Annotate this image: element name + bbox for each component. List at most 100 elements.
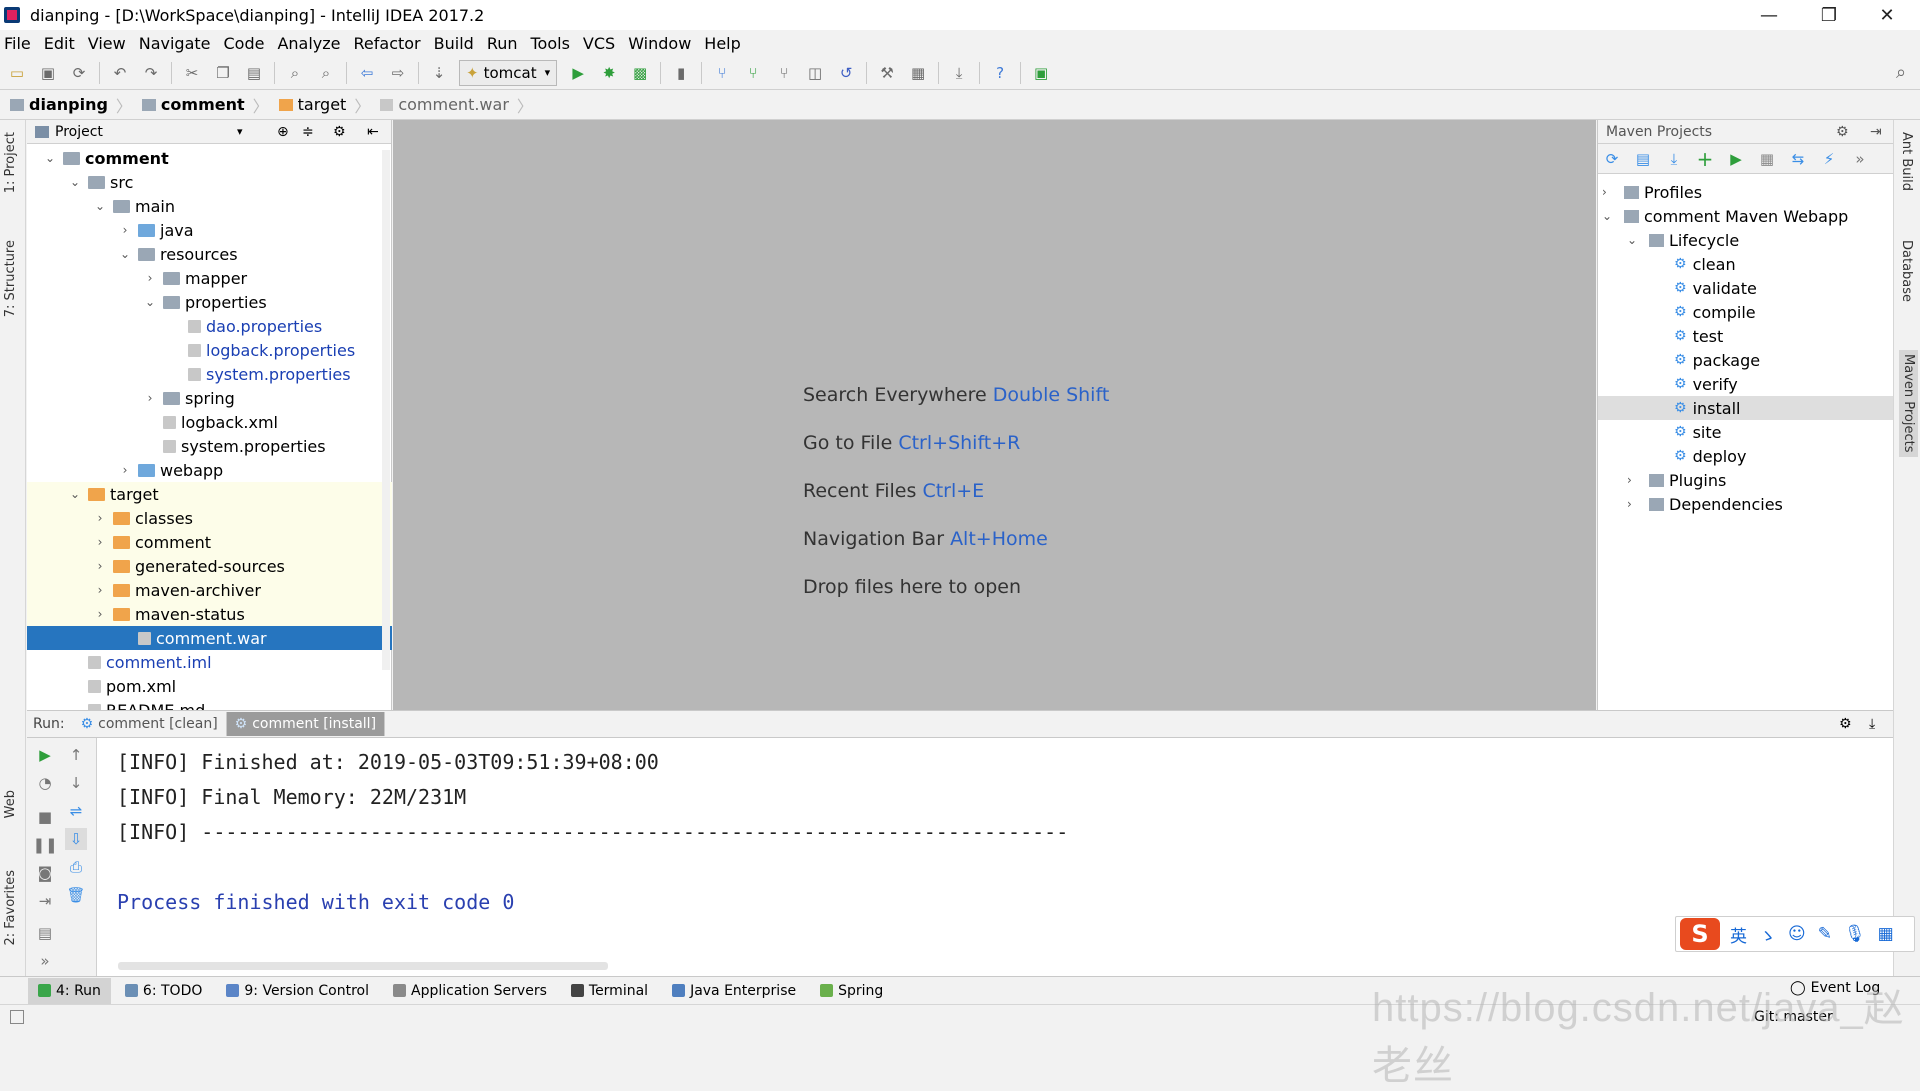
bottom-tab[interactable]: Spring (810, 978, 893, 1004)
menu-file[interactable]: File (4, 34, 31, 53)
vcs-revert-icon[interactable]: ↺ (835, 62, 857, 84)
tree-item[interactable]: comment.iml (27, 650, 392, 674)
coverage-icon[interactable]: ▩ (629, 62, 651, 84)
hide-icon[interactable]: ⤓ (1869, 716, 1875, 732)
run-tab-clean[interactable]: ⚙ comment [clean] (73, 712, 227, 736)
menu-analyze[interactable]: Analyze (277, 34, 340, 53)
maven-tree-item[interactable]: › Dependencies (1598, 492, 1894, 516)
close-button[interactable]: ✕ (1858, 0, 1916, 30)
collapse-all-icon[interactable]: ≑ (302, 124, 314, 140)
maven-goal-item[interactable]: ⚙ deploy (1598, 444, 1894, 468)
sync-icon[interactable]: ⟳ (68, 62, 90, 84)
bottom-tab[interactable]: 6: TODO (115, 978, 212, 1004)
tree-item[interactable]: ⌄ resources (27, 242, 392, 266)
menu-refactor[interactable]: Refactor (354, 34, 421, 53)
bottom-tab[interactable]: Application Servers (383, 978, 557, 1004)
maven-goal-item[interactable]: ⚙ clean (1598, 252, 1894, 276)
tree-item[interactable]: system.properties (27, 434, 392, 458)
tree-item[interactable]: › spring (27, 386, 392, 410)
chevron-right-icon[interactable]: › (1627, 473, 1641, 487)
editor-area[interactable]: Search Everywhere Double Shift Go to Fil… (393, 120, 1596, 710)
chevron-right-icon[interactable]: › (93, 535, 107, 549)
tree-item[interactable]: › java (27, 218, 392, 242)
bottom-tab[interactable]: 4: Run (28, 977, 111, 1004)
tree-item[interactable]: comment.war (27, 626, 392, 650)
vcs-update-icon[interactable]: ⑂ (711, 62, 733, 84)
chevron-down-icon[interactable]: ⌄ (93, 199, 107, 213)
menu-view[interactable]: View (88, 34, 126, 53)
pause-output-icon[interactable]: ◔ (34, 772, 56, 794)
more-icon[interactable]: » (34, 950, 56, 972)
run-goal-icon[interactable]: ▶ (1726, 149, 1746, 169)
tree-item[interactable]: system.properties (27, 362, 392, 386)
dump-threads-icon[interactable]: ◙ (34, 862, 56, 884)
chevron-down-icon[interactable]: ⌄ (1602, 209, 1616, 223)
tab-ant-build[interactable]: Ant Build (1899, 132, 1914, 191)
chevron-down-icon[interactable]: ⌄ (143, 295, 157, 309)
download-sources-icon[interactable]: ⤓ (1664, 149, 1684, 169)
present-icon[interactable]: ▣ (1030, 62, 1052, 84)
chevron-right-icon[interactable]: › (118, 223, 132, 237)
maven-goal-item[interactable]: ⚙ package (1598, 348, 1894, 372)
run-icon[interactable]: ▶ (567, 62, 589, 84)
maven-goal-item[interactable]: ⚙ compile (1598, 300, 1894, 324)
stop-icon[interactable]: ▮ (670, 62, 692, 84)
print-icon[interactable]: ⎙ (65, 856, 87, 878)
pause-icon[interactable]: ❚❚ (32, 834, 57, 856)
chevron-right-icon[interactable]: › (93, 607, 107, 621)
chevron-right-icon[interactable]: › (143, 271, 157, 285)
tab-web[interactable]: Web (3, 790, 18, 818)
breadcrumb-item-dianping[interactable]: dianping 〉 (10, 93, 132, 117)
emoji-icon[interactable]: ☺ (1788, 924, 1806, 944)
run-tab-install[interactable]: ⚙ comment [install] (226, 712, 386, 736)
run-config-icon[interactable]: ▦ (1757, 149, 1777, 169)
maven-goal-item[interactable]: ⚙ validate (1598, 276, 1894, 300)
chevron-down-icon[interactable]: ⌄ (43, 151, 57, 165)
status-toggle-icon[interactable] (10, 1010, 24, 1024)
toggle-offline-icon[interactable]: ⇆ (1788, 149, 1808, 169)
skip-tests-icon[interactable]: ⚡ (1819, 149, 1839, 169)
cut-icon[interactable]: ✂ (181, 62, 203, 84)
find-icon[interactable]: ⌕ (284, 62, 306, 84)
chevron-right-icon[interactable]: › (93, 559, 107, 573)
handwriting-icon[interactable]: ✎ (1818, 924, 1832, 944)
generate-sources-icon[interactable]: ▤ (1633, 149, 1653, 169)
layout-icon[interactable]: ▤ (34, 922, 56, 944)
chevron-down-icon[interactable]: ⌄ (68, 175, 82, 189)
bottom-tab[interactable]: Terminal (561, 978, 658, 1004)
maven-goal-item[interactable]: ⚙ test (1598, 324, 1894, 348)
download-icon[interactable]: ⤓ (948, 62, 970, 84)
clear-all-icon[interactable]: 🗑 (65, 884, 87, 906)
microphone-icon[interactable]: 🎙 (1844, 924, 1866, 944)
chevron-right-icon[interactable]: › (118, 463, 132, 477)
tree-item[interactable]: dao.properties (27, 314, 392, 338)
chevron-right-icon[interactable]: › (1602, 185, 1616, 199)
gear-icon[interactable]: ⚙ (1839, 716, 1852, 732)
open-folder-icon[interactable]: ▭ (6, 62, 28, 84)
tab-maven-projects[interactable]: Maven Projects (1899, 350, 1918, 457)
chevron-down-icon[interactable]: ⌄ (68, 487, 82, 501)
maven-tree-item[interactable]: › Plugins (1598, 468, 1894, 492)
tree-item[interactable]: › maven-archiver (27, 578, 392, 602)
tree-item[interactable]: ⌄ main (27, 194, 392, 218)
project-view-dropdown[interactable]: Project (55, 124, 103, 140)
maven-tree-item[interactable]: ⌄ comment Maven Webapp (1598, 204, 1894, 228)
maven-goal-item[interactable]: ⚙ site (1598, 420, 1894, 444)
hide-icon[interactable]: ⇤ (367, 124, 379, 140)
chevron-right-icon[interactable]: › (93, 511, 107, 525)
menu-tools[interactable]: Tools (531, 34, 570, 53)
down-icon[interactable]: ↓ (65, 772, 87, 794)
toolbox-icon[interactable]: ▦ (1878, 924, 1894, 944)
debug-icon[interactable]: ✸ (598, 62, 620, 84)
maven-goal-item[interactable]: ⚙ install (1598, 396, 1894, 420)
copy-icon[interactable]: ❐ (212, 62, 234, 84)
hide-icon[interactable]: ⇥ (1870, 124, 1882, 140)
undo-icon[interactable]: ↶ (109, 62, 131, 84)
sogou-logo-icon[interactable]: S (1680, 918, 1720, 950)
menu-navigate[interactable]: Navigate (139, 34, 211, 53)
vcs-history-icon[interactable]: ◫ (804, 62, 826, 84)
gear-icon[interactable]: ⚙ (333, 124, 346, 140)
chevron-right-icon[interactable]: › (1627, 497, 1641, 511)
tree-item[interactable]: › generated-sources (27, 554, 392, 578)
scroll-from-source-icon[interactable]: ⊕ (277, 124, 289, 140)
